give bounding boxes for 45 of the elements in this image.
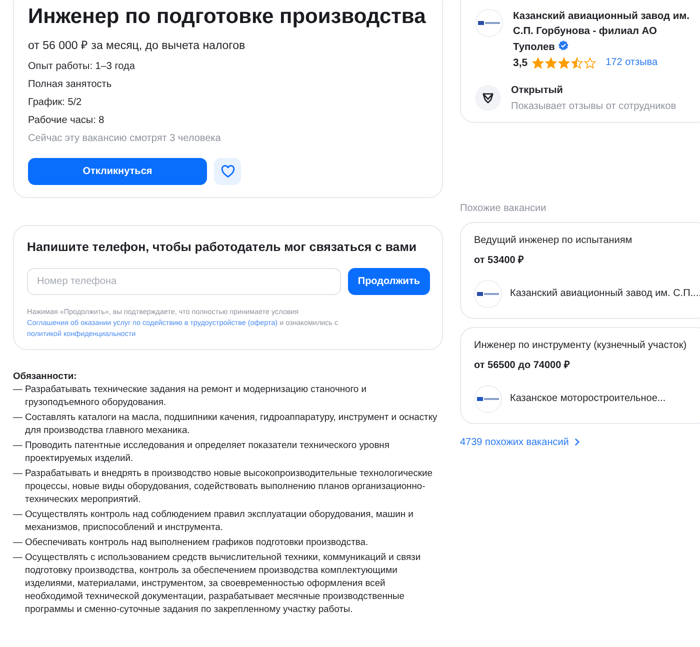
feature-title: Открытый bbox=[511, 84, 564, 96]
company-logo bbox=[474, 384, 502, 413]
vacancy-fact: График: 5/2 bbox=[28, 97, 83, 108]
company-logo bbox=[475, 9, 503, 37]
similar-vacancy-title: Инженер по инструменту (кузнечный участок) bbox=[474, 340, 688, 351]
duty-item: — Осуществлять контроль над соблюдением правил эксплуатации оборудования, машин и механизмов, приспособлений и инструмента. bbox=[13, 508, 414, 534]
similar-company-name: Казанское моторостроительное... bbox=[510, 393, 666, 404]
vacancy-fact: Рабочие часы: 8 bbox=[28, 115, 106, 126]
half-star-icon bbox=[570, 56, 583, 69]
more-vacancies-link[interactable]: 4739 похожих вакансий bbox=[460, 436, 580, 448]
heart-icon bbox=[220, 165, 234, 178]
duty-item: — Проводить патентные исследования и определяет показатели технического уровня проектируемых изделий. bbox=[13, 439, 390, 466]
similar-company-name: Казанский авиационный завод им. С.П.... bbox=[510, 288, 700, 300]
feature-text: Показывает отзывы от сотрудников bbox=[511, 100, 676, 112]
favorite-button[interactable] bbox=[214, 158, 241, 185]
similar-vacancy-salary: от 56500 до 74000 ₽ bbox=[474, 358, 571, 371]
similar-vacancy-salary: от 53400 ₽ bbox=[474, 254, 526, 266]
duty-item: — Разрабатывать технические задания на ремонт и модернизацию станочного и грузоподъемного оборудования. bbox=[13, 383, 368, 410]
duty-item: — Разрабатывать и внедрять в производство новые высокопроизводительные технологические процессы, новые виды оборудования, содействовать выполнению планов организационно-технических мероприятий. bbox=[13, 467, 434, 506]
salary: от 56 000 ₽ за месяц, до вычета налогов bbox=[28, 39, 246, 52]
duty-item: — Осуществлять с использованием средств вычислительной техники, коммуникаций и связи подготовку производства, контроль за обеспечением производства комплектующими изделиями, материалами, инструментом, за своевременностью оформления всей необходимой технической документации, разрабатывает месячные производственные программы и сменно-суточные задания по закрепленному участку работы. bbox=[13, 550, 422, 616]
vacancy-fact: Опыт работы: 1–3 года bbox=[28, 61, 136, 72]
phone-heading: Напишите телефон, чтобы работодатель мог связаться с вами bbox=[27, 240, 418, 254]
rating-value: 3,5 bbox=[513, 56, 528, 69]
similar-vacancy-card[interactable]: Ведущий инженер по испытаниям от 53400 ₽ Казанский авиационный завод им. С.П.... bbox=[460, 222, 700, 319]
viewers-note: Сейчас эту вакансию смотрят 3 человека bbox=[28, 133, 222, 144]
vacancy-title: Инженер по подготовке производства bbox=[28, 5, 427, 29]
similar-vacancy-card[interactable]: Инженер по инструменту (кузнечный участок) от 56500 до 74000 ₽ Казанское моторостроительное... bbox=[460, 326, 700, 424]
empty-star-icon bbox=[584, 56, 596, 69]
open-employer-icon bbox=[475, 85, 501, 112]
duty-item: — Обеспечивать контроль над выполнением графиков подготовки производства. bbox=[13, 536, 370, 549]
vacancy-fact: Полная занятость bbox=[28, 79, 113, 90]
phone-field[interactable]: Номер телефона bbox=[27, 268, 341, 295]
chevron-icon bbox=[574, 438, 580, 446]
star-icon bbox=[544, 56, 557, 69]
duty-item: — Составлять каталоги на масла, подшипники качения, гидроаппаратуру, инструмент и оснастку для производства главного механика. bbox=[13, 411, 438, 438]
company-logo bbox=[474, 280, 502, 308]
similar-vacancy-title: Ведущий инженер по испытаниям bbox=[474, 234, 634, 246]
duties-heading: Обязанности: bbox=[13, 370, 78, 384]
reviews-link[interactable]: 172 отзыва bbox=[606, 57, 658, 68]
continue-button[interactable]: Продолжить bbox=[348, 268, 430, 295]
similar-heading: Похожие вакансии bbox=[460, 202, 548, 214]
star-icon bbox=[532, 56, 544, 69]
company-name[interactable]: Казанский авиационный завод им. С.П. Горбунова - филиал АО Туполев bbox=[513, 9, 697, 55]
apply-button[interactable]: Откликнуться bbox=[28, 158, 207, 185]
